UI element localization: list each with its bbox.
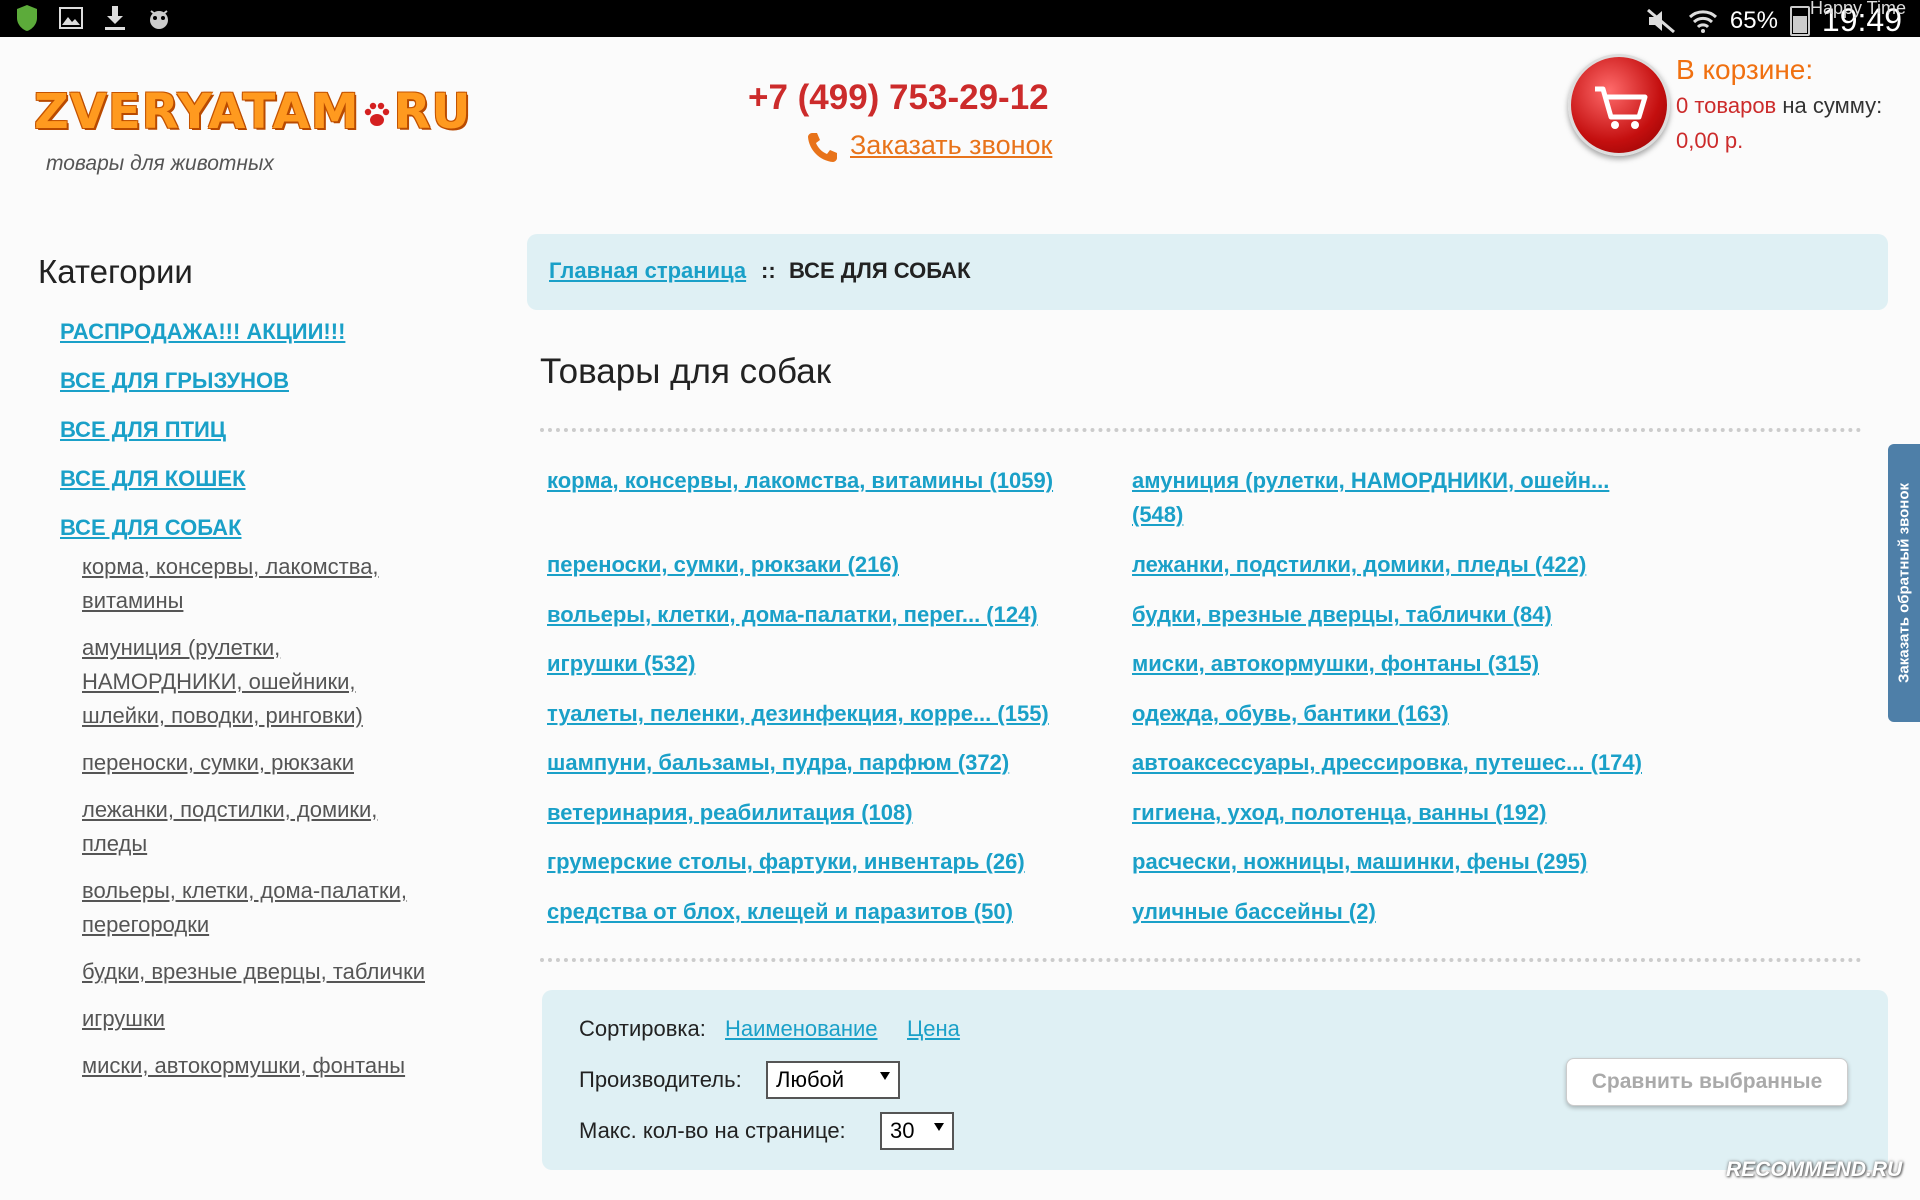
subcategory-link[interactable]: игрушки (532) <box>547 647 695 681</box>
subcategory-link[interactable]: грумерские столы, фартуки, инвентарь (26… <box>547 845 1025 879</box>
sort-by-price-link[interactable]: Цена <box>907 1016 960 1042</box>
per-page-select[interactable]: 30 <box>880 1112 954 1150</box>
subcategory-link[interactable]: (548) <box>1132 498 1183 532</box>
subcategory-link[interactable]: туалеты, пеленки, дезинфекция, корре... … <box>547 697 1049 731</box>
sidebar-item-dogs[interactable]: ВСЕ ДЛЯ СОБАК <box>60 514 440 542</box>
mute-icon <box>1646 8 1675 33</box>
wifi-icon <box>1688 9 1717 33</box>
sidebar-subitem[interactable]: миски, автокормушки, фонтаны <box>82 1049 440 1083</box>
bug-app-icon <box>144 3 174 33</box>
cart-item-count[interactable]: 0 товаров <box>1676 93 1776 118</box>
divider <box>540 428 1862 432</box>
sidebar-subitem[interactable]: игрушки <box>82 1002 440 1036</box>
manufacturer-label: Производитель: <box>579 1067 742 1092</box>
breadcrumb: Главная страница :: ВСЕ ДЛЯ СОБАК <box>527 234 1888 310</box>
site-logo[interactable]: ZVERYATAM RU <box>34 84 472 140</box>
subcategory-link[interactable]: лежанки, подстилки, домики, пледы (422) <box>1132 548 1586 582</box>
order-callback-link[interactable]: Заказать звонок <box>850 130 1052 161</box>
paw-icon <box>364 102 389 126</box>
callback-side-tab-label: Заказать обратный звонок <box>1895 482 1913 684</box>
compare-selected-button[interactable]: Сравнить выбранные <box>1566 1058 1848 1106</box>
phone-number[interactable]: +7 (499) 753-29-12 <box>748 78 1049 118</box>
sidebar-item-rodents[interactable]: ВСЕ ДЛЯ ГРЫЗУНОВ <box>60 367 440 395</box>
cart-title: В корзине: <box>1676 54 1814 85</box>
system-status-bar: 65% 19:49 Happy Time <box>0 0 1920 38</box>
sidebar-subitem[interactable]: будки, врезные дверцы, таблички <box>82 955 440 989</box>
sidebar-subitem[interactable]: лежанки, подстилки, домики, пледы <box>82 793 440 861</box>
manufacturer-select[interactable]: Любой <box>766 1061 900 1099</box>
subcategory-link[interactable]: расчески, ножницы, машинки, фены (295) <box>1132 845 1587 879</box>
subcategory-link[interactable]: шампуни, бальзамы, пудра, парфюм (372) <box>547 746 1009 780</box>
sidebar-item-birds[interactable]: ВСЕ ДЛЯ ПТИЦ <box>60 416 440 444</box>
subcategory-link[interactable]: корма, консервы, лакомства, витамины (10… <box>547 464 1053 498</box>
page-title: Товары для собак <box>540 352 832 391</box>
subcategory-link[interactable]: автоаксессуары, дрессировка, путешес... … <box>1132 746 1642 780</box>
divider <box>540 958 1862 962</box>
per-page-label: Макс. кол-во на странице: <box>579 1118 846 1143</box>
sidebar-item-cats[interactable]: ВСЕ ДЛЯ КОШЕК <box>60 465 440 493</box>
subcategory-link[interactable]: уличные бассейны (2) <box>1132 895 1376 929</box>
sidebar-subitem[interactable]: вольеры, клетки, дома-палатки, перегород… <box>82 874 440 942</box>
sidebar-subitem[interactable]: амуниция (рулетки, НАМОРДНИКИ, ошейники,… <box>82 631 440 733</box>
sidebar-subitem[interactable]: корма, консервы, лакомства, витамины <box>82 550 440 618</box>
site-tagline: товары для животных <box>46 152 274 175</box>
subcategory-link[interactable]: будки, врезные дверцы, таблички (84) <box>1132 598 1552 632</box>
sidebar-item-sale[interactable]: РАСПРОДАЖА!!! АКЦИИ!!! <box>60 318 440 346</box>
categories-title: Категории <box>38 253 193 290</box>
battery-percent: 65% <box>1729 6 1778 34</box>
cart-summary: 0 товаров на сумму: <box>1676 93 1882 119</box>
status-notifications <box>12 3 174 33</box>
subcategory-link[interactable]: ветеринария, реабилитация (108) <box>547 796 913 830</box>
subcategory-link[interactable]: гигиена, уход, полотенца, ванны (192) <box>1132 796 1547 830</box>
categories-nav: РАСПРОДАЖА!!! АКЦИИ!!! ВСЕ ДЛЯ ГРЫЗУНОВ … <box>60 318 440 1096</box>
breadcrumb-separator: :: <box>761 258 776 283</box>
shopping-cart-icon <box>1595 86 1648 129</box>
cart-sum-label: на сумму: <box>1782 93 1883 118</box>
breadcrumb-home-link[interactable]: Главная страница <box>549 258 746 284</box>
subcategory-link[interactable]: одежда, обувь, бантики (163) <box>1132 697 1449 731</box>
sort-by-name-link[interactable]: Наименование <box>725 1016 878 1042</box>
logo-domain: RU <box>393 84 472 140</box>
watermark: RECOMMEND.RU <box>1726 1158 1903 1181</box>
chevron-down-icon <box>934 1123 944 1131</box>
chevron-down-icon <box>880 1072 890 1080</box>
callback-side-tab[interactable]: Заказать обратный звонок <box>1888 444 1920 722</box>
download-icon <box>100 3 130 33</box>
battery-icon <box>1789 5 1810 36</box>
image-notification-icon <box>56 3 86 33</box>
cart-total: 0,00 р. <box>1676 128 1744 153</box>
phone-icon[interactable] <box>806 130 838 164</box>
breadcrumb-current: ВСЕ ДЛЯ СОБАК <box>789 258 971 283</box>
per-page-select-value: 30 <box>890 1118 915 1143</box>
subcategory-link[interactable]: миски, автокормушки, фонтаны (315) <box>1132 647 1539 681</box>
subcategory-link[interactable]: вольеры, клетки, дома-палатки, перег... … <box>547 598 1038 632</box>
cart-icon[interactable] <box>1568 54 1670 156</box>
logo-text: ZVERYATAM <box>34 84 360 140</box>
sidebar-subitem[interactable]: переноски, сумки, рюкзаки <box>82 746 440 780</box>
shield-app-icon <box>12 3 42 33</box>
subcategory-link[interactable]: переноски, сумки, рюкзаки (216) <box>547 548 899 582</box>
manufacturer-select-value: Любой <box>776 1067 845 1092</box>
subcategory-link[interactable]: амуниция (рулетки, НАМОРДНИКИ, ошейн... <box>1132 464 1609 498</box>
app-overlay-label: Happy Time <box>1809 0 1906 18</box>
sort-label: Сортировка: <box>579 1016 706 1041</box>
subcategory-link[interactable]: средства от блох, клещей и паразитов (50… <box>547 895 1013 929</box>
